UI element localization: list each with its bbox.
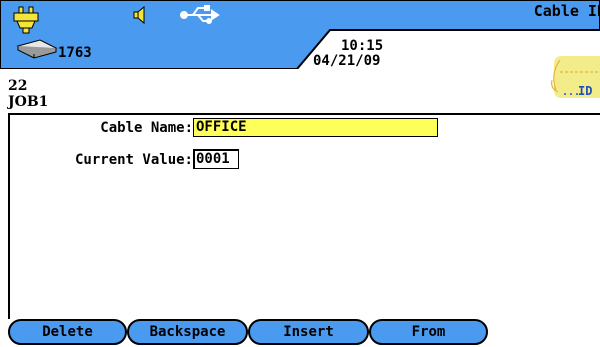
insert-softkey[interactable]: Insert xyxy=(248,319,369,345)
tester-screen: Cable ID 1763 10:15 04/21/09 22 JOB1 ...… xyxy=(0,0,600,347)
delete-softkey[interactable]: Delete xyxy=(8,319,127,345)
softkey-bar: Delete Backspace Insert From xyxy=(0,318,600,347)
clock-time: 10:15 xyxy=(341,38,384,54)
id-tag-icon: ... ID xyxy=(548,54,600,112)
clock-date: 04/21/09 xyxy=(313,53,381,69)
current-value-label: Current Value: xyxy=(74,152,193,168)
content-left-border xyxy=(8,113,10,319)
info-line-2: JOB1 xyxy=(8,94,49,110)
current-value-field[interactable]: 0001 xyxy=(193,149,239,169)
info-line-1: 22 xyxy=(8,78,28,94)
screen-title: Cable ID xyxy=(533,2,600,20)
cable-name-label: Cable Name: xyxy=(100,120,193,136)
status-bar: Cable ID 1763 10:15 04/21/09 xyxy=(0,0,600,69)
from-softkey[interactable]: From xyxy=(369,319,488,345)
cable-name-input[interactable]: OFFICE xyxy=(193,118,438,137)
cable-count: 1763 xyxy=(58,45,92,61)
backspace-softkey[interactable]: Backspace xyxy=(127,319,248,345)
id-tag-label: ID xyxy=(578,84,592,98)
header-divider xyxy=(8,113,600,115)
